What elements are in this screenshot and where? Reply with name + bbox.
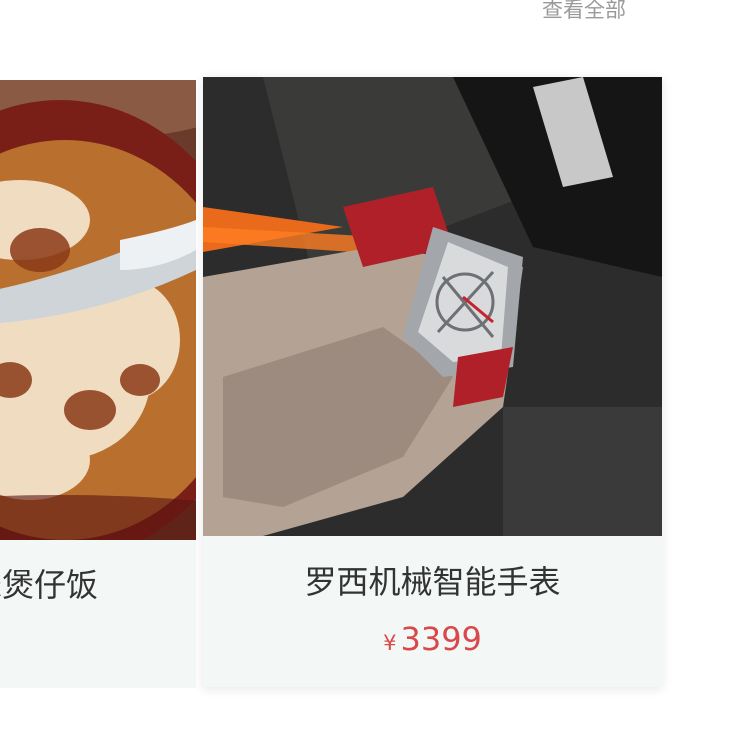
product-price: 9: [0, 623, 196, 661]
claypot-rice-image: [0, 80, 196, 540]
price-value: 3399: [400, 620, 482, 658]
product-card-claypot-rice[interactable]: 米煲仔饭 9: [0, 80, 196, 688]
product-section: 查看全部 煲仔饭 罗西机械智能手表 ¥ 3399: [0, 0, 756, 749]
mechanical-watch-image: [203, 77, 662, 536]
product-price: ¥3399: [203, 620, 662, 658]
product-card-mechanical-watch[interactable]: 罗西机械智能手表 ¥3399: [203, 77, 662, 687]
product-title: 罗西机械智能手表: [304, 563, 561, 601]
view-all-link[interactable]: 查看全部: [542, 0, 626, 24]
product-title: 米煲仔饭: [0, 566, 99, 604]
currency-symbol: ¥: [383, 631, 397, 655]
